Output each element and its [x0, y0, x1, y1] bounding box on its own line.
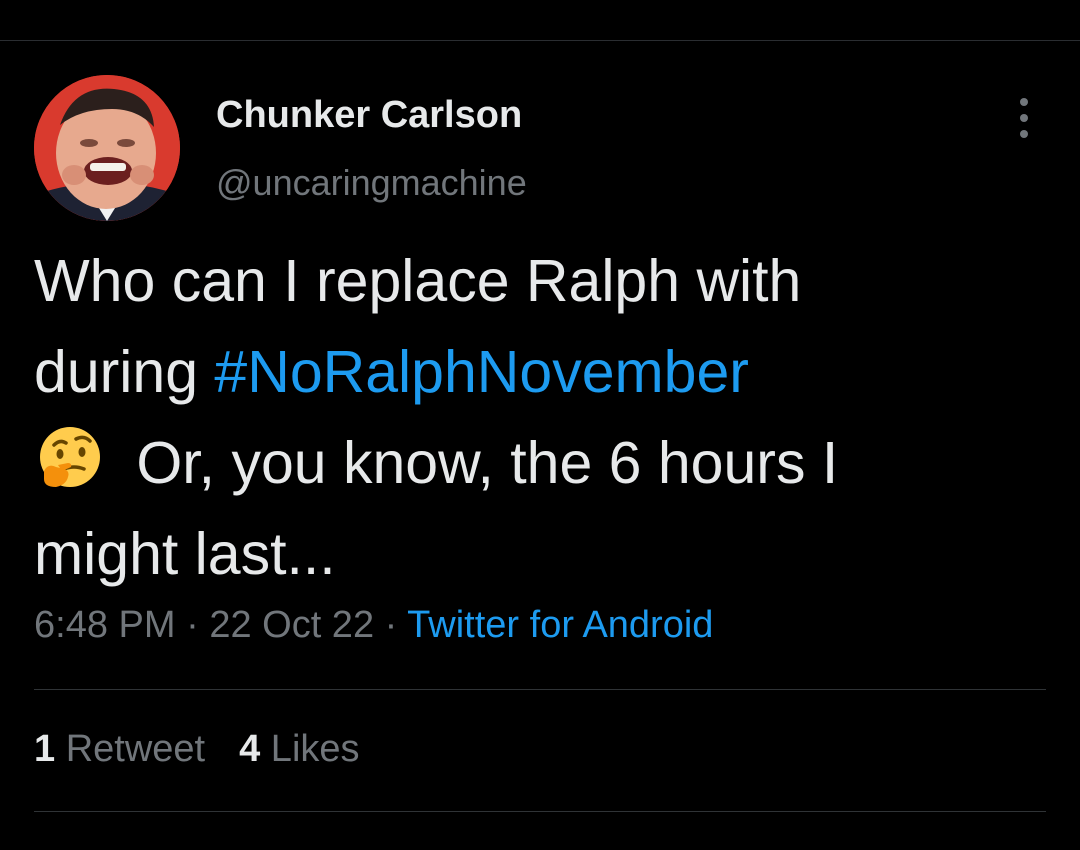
- top-divider: [0, 40, 1080, 41]
- tweet-text-line: during #NoRalphNovember: [34, 327, 1044, 418]
- retweets-count: 1: [34, 728, 56, 770]
- hashtag-link[interactable]: #NoRalphNovember: [214, 339, 749, 405]
- more-options-icon: [1020, 98, 1028, 106]
- tweet-text-line: Or, you know, the 6 hours I: [34, 418, 1044, 509]
- likes-label: Likes: [260, 728, 360, 770]
- tweet-stats: 1 Retweet 4 Likes: [34, 728, 360, 771]
- tweet-time[interactable]: 6:48 PM: [34, 604, 176, 646]
- tweet-text: Who can I replace Ralph with during #NoR…: [34, 236, 1044, 600]
- author-display-name[interactable]: Chunker Carlson: [216, 94, 522, 137]
- retweets-label: Retweet: [55, 728, 206, 770]
- tweet-text-line: might last...: [34, 521, 336, 587]
- avatar[interactable]: [34, 75, 180, 221]
- tweet-meta: 6:48 PM · 22 Oct 22 · Twitter for Androi…: [34, 604, 713, 647]
- avatar-image: [34, 75, 180, 221]
- likes-count: 4: [239, 728, 261, 770]
- tweet-date[interactable]: 22 Oct 22: [209, 604, 374, 646]
- meta-separator: ·: [374, 604, 408, 646]
- meta-separator: ·: [175, 604, 210, 646]
- tweet-source-link[interactable]: Twitter for Android: [407, 604, 713, 646]
- thinking-face-icon: [40, 427, 100, 487]
- divider: [34, 811, 1046, 812]
- tweet-text-segment: Or, you know, the 6 hours I: [120, 430, 839, 496]
- likes-stat[interactable]: 4 Likes: [239, 728, 359, 770]
- more-options-button[interactable]: [1008, 98, 1040, 138]
- tweet-text-line: Who can I replace Ralph with: [34, 248, 802, 314]
- retweets-stat[interactable]: 1 Retweet: [34, 728, 205, 770]
- tweet-text-segment: during: [34, 339, 215, 405]
- author-handle[interactable]: @uncaringmachine: [216, 162, 527, 204]
- divider: [34, 689, 1046, 690]
